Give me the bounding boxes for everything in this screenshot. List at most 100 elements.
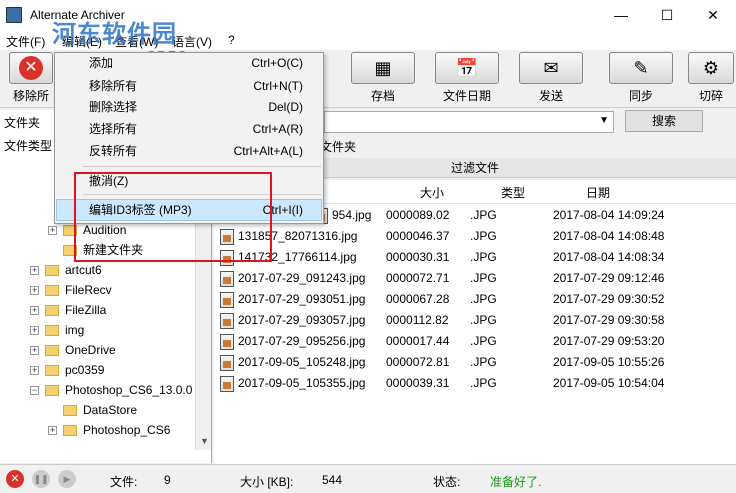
file-name: 2017-07-29_091243.jpg [220, 268, 365, 289]
file-type: .JPG [470, 313, 497, 327]
file-name-text: 954.jpg [332, 208, 372, 222]
menu-help[interactable]: ? [228, 33, 235, 47]
folder-icon [45, 265, 59, 277]
image-file-icon [220, 312, 234, 329]
tree-item[interactable]: − Photoshop_CS6_13.0.0 [0, 380, 200, 400]
folder-label: 文件夹 [4, 116, 41, 130]
column-size[interactable]: 大小 [420, 184, 444, 201]
table-row[interactable]: 2017-07-29_091243.jpg 0000072.71 .JPG 2017-… [214, 268, 736, 289]
expand-icon[interactable]: + [30, 326, 39, 336]
file-list: 954.jpg 0000089.02 .JPG 2017-08-04 14:09:24… [214, 204, 736, 464]
column-type[interactable]: 类型 [501, 184, 525, 201]
table-row[interactable]: 2017-09-05_105355.jpg 0000039.31 .JPG 2017-… [214, 373, 736, 394]
search-button[interactable]: 搜索 [625, 110, 703, 132]
tree-item[interactable]: + img [0, 320, 200, 340]
tree-item[interactable]: + FileRecv [0, 280, 200, 300]
file-date: 2017-07-29 09:12:46 [553, 271, 665, 285]
shred-label: 切碎 [698, 89, 723, 103]
tree-item-label: Photoshop_CS6_13.0.0 [65, 383, 193, 397]
image-file-icon [220, 333, 234, 350]
menu-item-label: 选择所有 [89, 122, 138, 136]
tree-item-label: img [65, 323, 85, 337]
tree-item[interactable]: + FileZilla [0, 300, 200, 320]
file-date: 2017-08-04 14:09:24 [553, 208, 665, 222]
table-row[interactable]: 141732_17766114.jpg 0000030.31 .JPG 2017-08… [214, 247, 736, 268]
app-icon [6, 7, 22, 23]
pause-icon[interactable]: ❚❚ [32, 470, 50, 488]
expand-icon[interactable]: + [30, 366, 39, 376]
menu-file[interactable]: 文件(F) [6, 33, 45, 50]
expand-icon[interactable]: + [30, 266, 39, 276]
file-name: 2017-07-29_093051.jpg [220, 289, 365, 310]
expand-icon[interactable]: − [30, 386, 39, 396]
expand-icon[interactable]: + [48, 426, 57, 436]
file-name-text: 2017-07-29_095256.jpg [238, 334, 366, 348]
file-size: 0000017.44 [386, 334, 450, 348]
remove-icon: ✕ [9, 52, 53, 84]
folder-icon [45, 365, 59, 377]
menu-item[interactable]: 反转所有 Ctrl+Alt+A(L) [55, 140, 323, 162]
expand-icon[interactable]: + [30, 346, 39, 356]
file-name: 2017-07-29_093057.jpg [220, 310, 365, 331]
file-size: 0000039.31 [386, 376, 450, 390]
image-file-icon [220, 270, 234, 287]
file-name: 2017-07-29_095256.jpg [220, 331, 365, 352]
archive-label: 存档 [370, 89, 395, 103]
send-button[interactable]: ✉ 发送 [514, 52, 588, 106]
table-row[interactable]: 2017-07-29_093051.jpg 0000067.28 .JPG 2017-… [214, 289, 736, 310]
chevron-down-icon: ▼ [599, 115, 609, 126]
file-date: 2017-09-05 10:54:04 [553, 376, 665, 390]
file-type: .JPG [470, 208, 497, 222]
tree-item[interactable]: + Photoshop_CS6 [0, 420, 200, 440]
file-name-text: 2017-09-05_105355.jpg [238, 376, 366, 390]
menu-item-label: 添加 [89, 56, 114, 70]
table-row[interactable]: 2017-09-05_105248.jpg 0000072.81 .JPG 2017-… [214, 352, 736, 373]
file-date-button[interactable]: 📅 文件日期 [430, 52, 504, 106]
tree-item[interactable]: + artcut6 [0, 260, 200, 280]
table-row[interactable]: 131857_82071316.jpg 0000046.37 .JPG 2017-08… [214, 226, 736, 247]
tree-item[interactable]: DataStore [0, 400, 200, 420]
column-date[interactable]: 日期 [586, 184, 610, 201]
tree-item[interactable]: + OneDrive [0, 340, 200, 360]
remove-all-button[interactable]: ✕ 移除所 [6, 52, 56, 106]
archive-icon: ▦ [351, 52, 415, 84]
menu-separator [83, 166, 321, 167]
shred-icon: ⚙ [688, 52, 734, 84]
menu-item[interactable]: 选择所有 Ctrl+A(R) [55, 118, 323, 140]
menu-item[interactable]: 移除所有 Ctrl+N(T) [55, 75, 323, 97]
expand-icon[interactable]: + [30, 306, 39, 316]
file-date: 2017-09-05 10:55:26 [553, 355, 665, 369]
close-button[interactable]: ✕ [690, 0, 736, 30]
folder-icon [63, 405, 77, 417]
menu-item-shortcut: Ctrl+Alt+A(L) [233, 144, 303, 158]
table-row[interactable]: 2017-07-29_095256.jpg 0000017.44 .JPG 2017-… [214, 331, 736, 352]
expand-icon[interactable]: + [30, 286, 39, 296]
filter-dropdown[interactable]: ▼ [324, 111, 614, 133]
file-type: .JPG [470, 292, 497, 306]
archive-button[interactable]: ▦ 存档 [346, 52, 420, 106]
table-row[interactable]: 2017-07-29_093057.jpg 0000112.82 .JPG 2017-… [214, 310, 736, 331]
menu-item[interactable]: 添加 Ctrl+O(C) [55, 52, 323, 74]
minimize-button[interactable]: — [598, 0, 644, 30]
tree-item-label: artcut6 [65, 263, 102, 277]
remove-all-label: 移除所 [12, 89, 49, 103]
file-date: 2017-07-29 09:53:20 [553, 334, 665, 348]
play-icon[interactable]: ▶ [58, 470, 76, 488]
annotation-red-box [74, 172, 272, 262]
expand-icon[interactable]: + [48, 226, 57, 236]
menu-item[interactable]: 删除选择 Del(D) [55, 96, 323, 118]
stop-icon[interactable]: ✕ [6, 470, 24, 488]
file-date: 2017-07-29 09:30:52 [553, 292, 665, 306]
tree-item-label: DataStore [83, 403, 138, 417]
folder-icon [45, 285, 59, 297]
maximize-button[interactable]: ☐ [644, 0, 690, 30]
watermark-title: 河东软件园 [52, 20, 177, 48]
file-name-text: 2017-07-29_091243.jpg [238, 271, 366, 285]
file-size: 0000112.82 [386, 313, 449, 327]
sync-button[interactable]: ✎ 同步 [604, 52, 678, 106]
folder-icon [45, 385, 59, 397]
shred-button[interactable]: ⚙ 切碎 [686, 52, 736, 106]
menu-item-shortcut: Ctrl+A(R) [252, 122, 303, 136]
tree-item[interactable]: + pc0359 [0, 360, 200, 380]
file-name: 2017-09-05_105248.jpg [220, 352, 365, 373]
